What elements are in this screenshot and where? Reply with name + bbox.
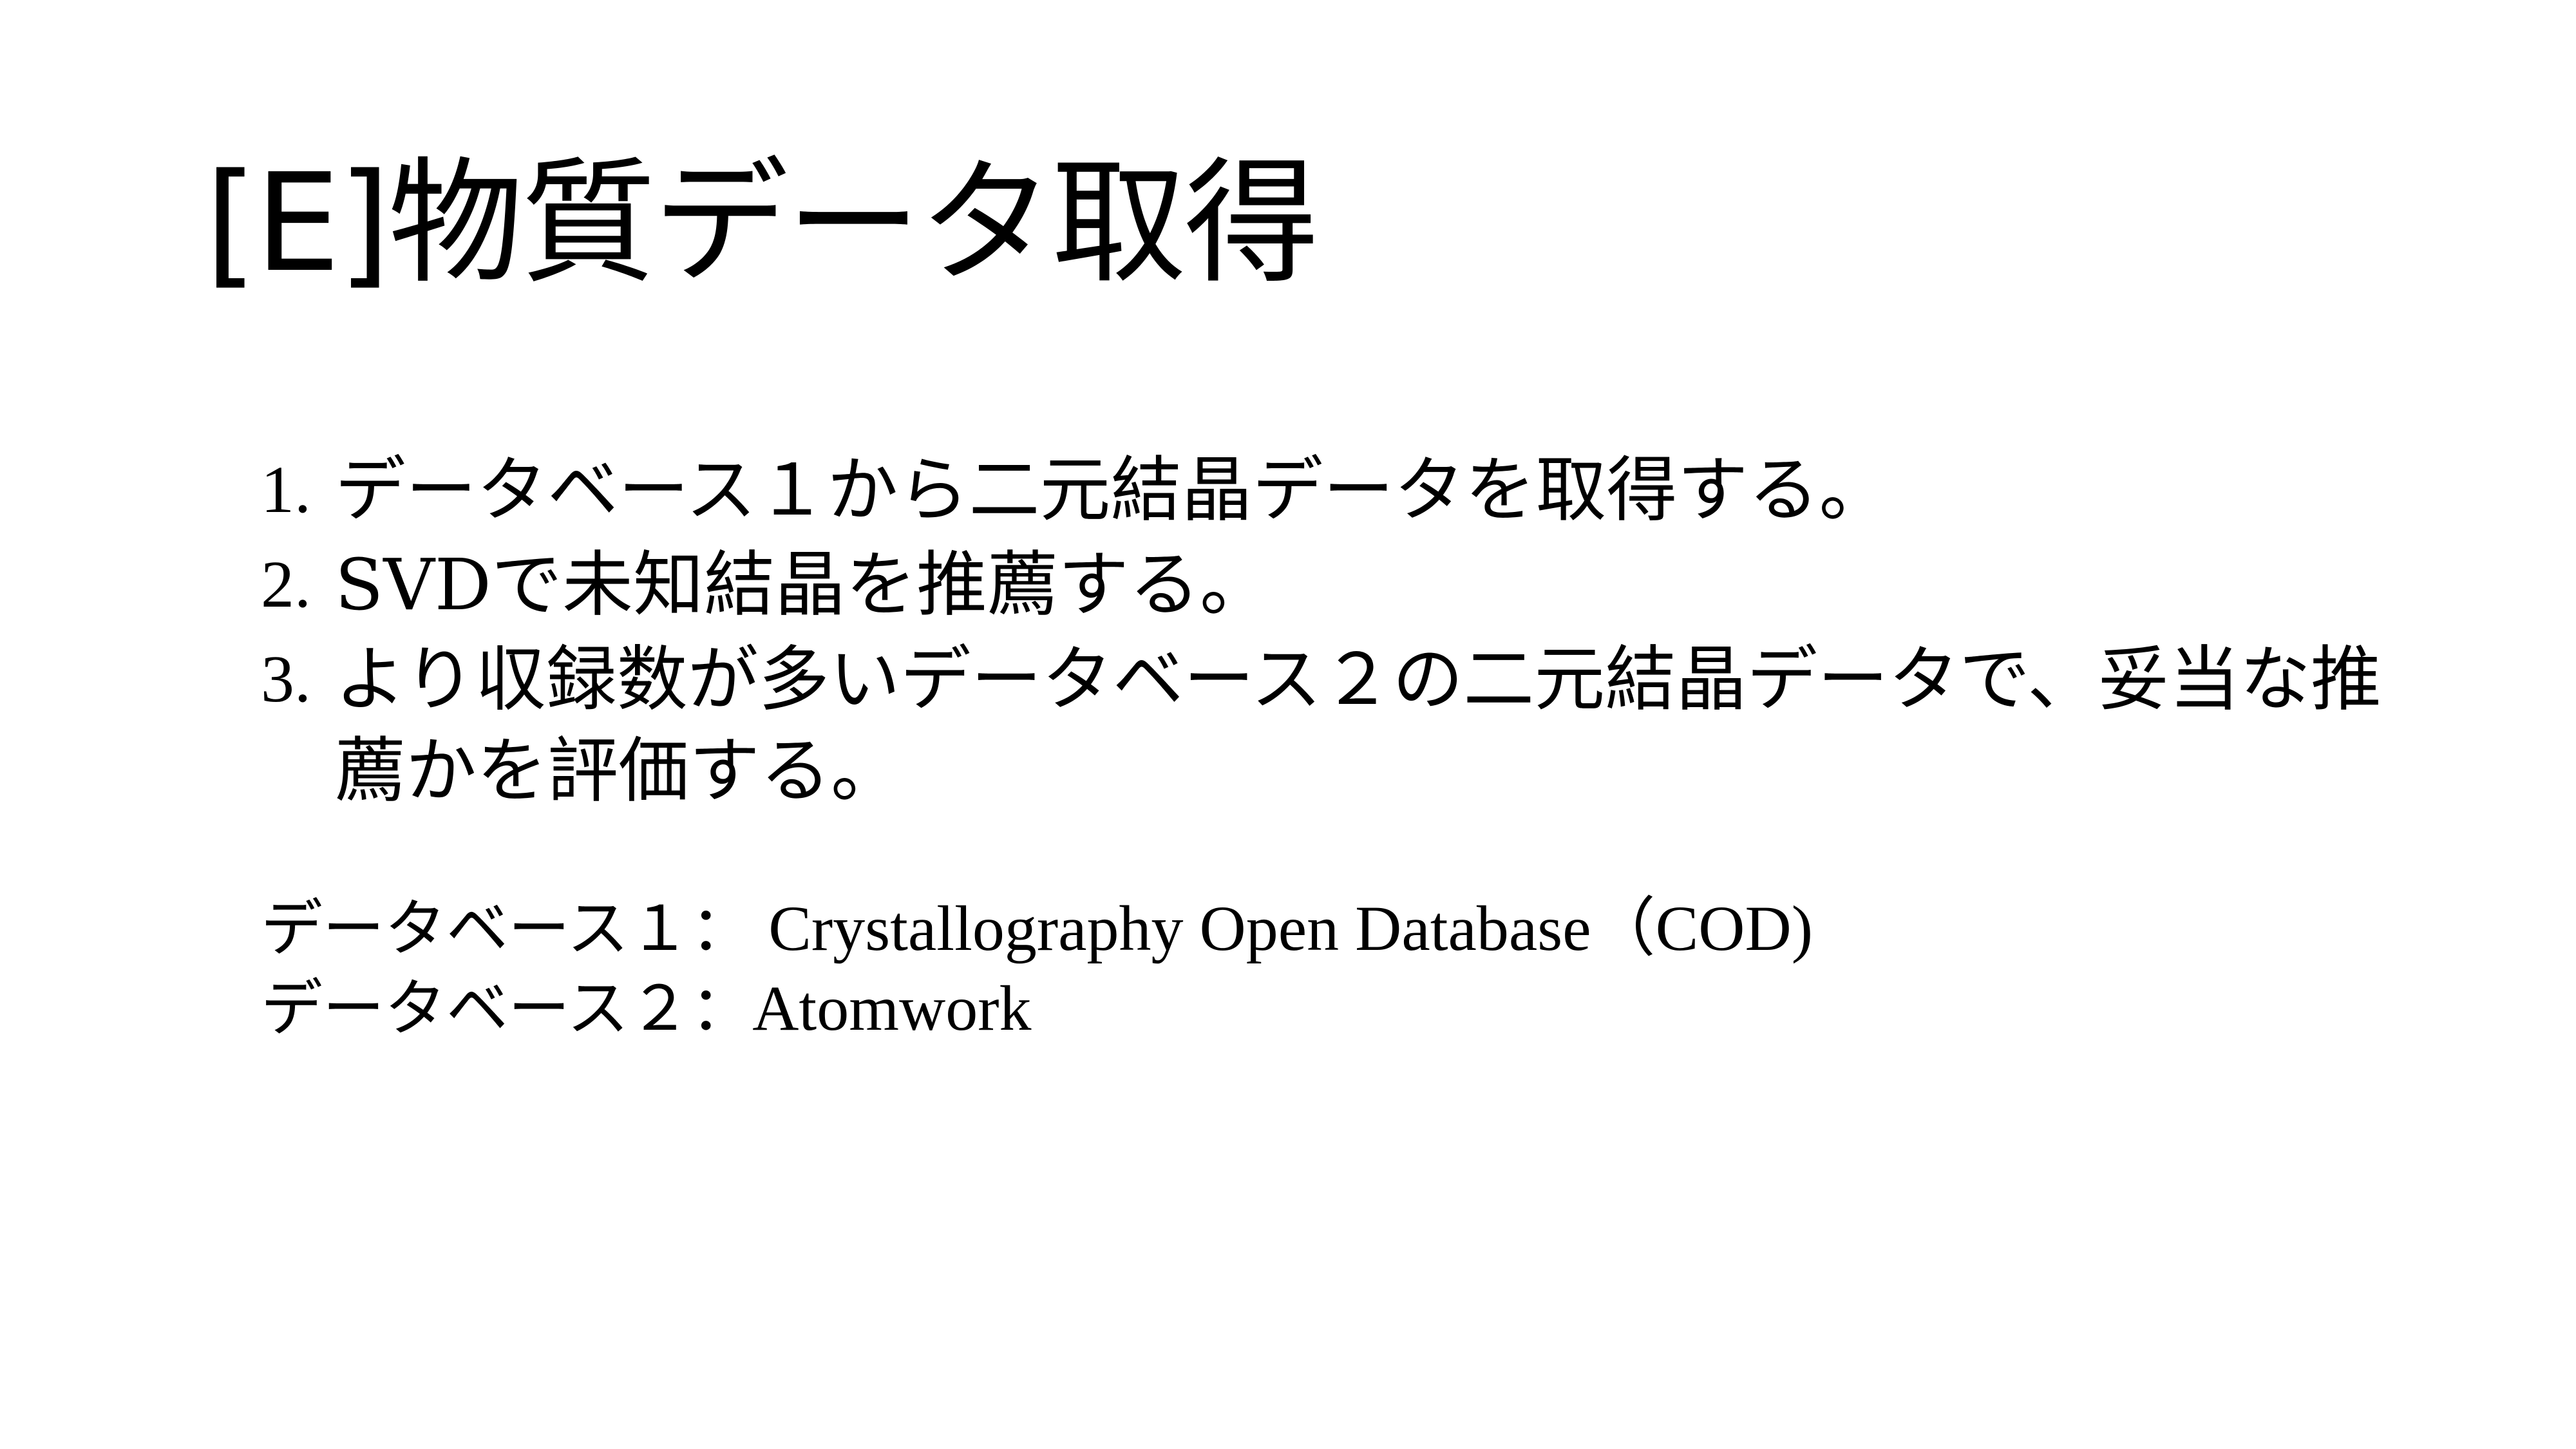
step-number: 2. — [261, 547, 311, 621]
database-name: Atomwork — [752, 972, 1032, 1044]
step-item: 2. SVDで未知結晶を推薦する。 — [261, 539, 2425, 630]
database-sources: データベース１： Crystallography Open Database（C… — [261, 889, 1813, 1048]
database-source-line: データベース２：Atomwork — [261, 969, 1813, 1048]
step-item: 1. データベース１から二元結晶データを取得する。 — [261, 444, 2425, 536]
database-source-line: データベース１： Crystallography Open Database（C… — [261, 889, 1813, 969]
step-number: 1. — [261, 453, 311, 527]
step-text: SVDで未知結晶を推薦する。 — [335, 544, 1271, 626]
database-label: データベース２： — [261, 972, 753, 1045]
slide-title: [E]物質データ取得 — [205, 144, 1320, 302]
step-text: より収録数が多いデータベース２の二元結晶データで、妥当な推薦かを評価する。 — [335, 638, 2382, 812]
slide: [E]物質データ取得 1. データベース１から二元結晶データを取得する。 2. … — [0, 0, 2576, 1449]
step-text: データベース１から二元結晶データを取得する。 — [335, 449, 1890, 531]
database-name: Crystallography Open Database（COD) — [752, 893, 1814, 964]
step-item: 3. より収録数が多いデータベース２の二元結晶データで、妥当な推薦かを評価する。 — [261, 634, 2425, 817]
step-number: 3. — [261, 642, 311, 716]
database-label: データベース１： — [261, 893, 753, 965]
step-list: 1. データベース１から二元結晶データを取得する。 2. SVDで未知結晶を推薦… — [261, 444, 2425, 820]
